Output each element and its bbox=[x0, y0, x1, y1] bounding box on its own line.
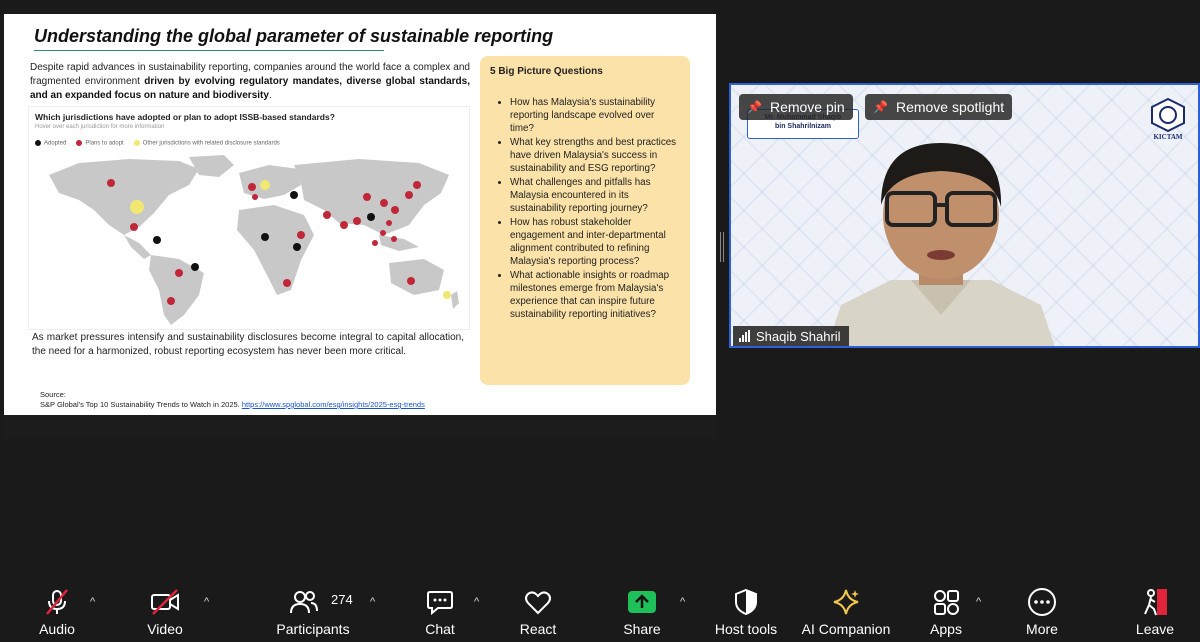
panel-resize-handle[interactable] bbox=[720, 232, 724, 262]
question-item: What actionable insights or roadmap mile… bbox=[510, 269, 680, 321]
remove-spotlight-label: Remove spotlight bbox=[895, 99, 1005, 115]
questions-title: 5 Big Picture Questions bbox=[490, 66, 603, 77]
legend-plans-to-adopt: Plans to adopt bbox=[76, 140, 124, 147]
video-label: Video bbox=[147, 621, 183, 637]
participant-name: Shaqib Shahril bbox=[756, 328, 841, 344]
heart-icon bbox=[522, 586, 554, 618]
question-item: What key strengths and best practices ha… bbox=[510, 136, 680, 175]
participants-icon bbox=[288, 586, 320, 618]
map-legend: Adopted Plans to adopt Other jurisdictio… bbox=[35, 140, 280, 147]
signal-bars-icon bbox=[739, 330, 750, 342]
host-tools-label: Host tools bbox=[714, 621, 778, 637]
north-america bbox=[49, 159, 199, 235]
chat-icon bbox=[424, 586, 456, 618]
map-title: Which jurisdictions have adopted or plan… bbox=[35, 112, 335, 122]
video-options-caret[interactable]: ^ bbox=[204, 596, 209, 608]
apps-button[interactable]: Apps bbox=[920, 576, 972, 642]
ai-companion-label: AI Companion bbox=[801, 621, 891, 637]
share-screen-icon bbox=[626, 586, 658, 618]
chat-button[interactable]: Chat bbox=[412, 576, 468, 642]
video-button[interactable]: Video bbox=[130, 576, 200, 642]
central-america bbox=[124, 235, 151, 259]
audio-button[interactable]: Audio bbox=[22, 576, 92, 642]
more-icon bbox=[1026, 586, 1058, 618]
audio-options-caret[interactable]: ^ bbox=[90, 596, 95, 608]
australia bbox=[389, 259, 444, 295]
outro-paragraph: As market pressures intensify and sustai… bbox=[32, 332, 464, 357]
participants-count: 274 bbox=[331, 592, 353, 607]
source-text: S&P Global's Top 10 Sustainability Trend… bbox=[40, 400, 240, 409]
legend-other: Other jurisdictions with related disclos… bbox=[133, 140, 280, 147]
chat-options-caret[interactable]: ^ bbox=[474, 596, 479, 608]
source-citation: Source: S&P Global's Top 10 Sustainabili… bbox=[40, 390, 425, 410]
leave-label: Leave bbox=[1135, 621, 1175, 637]
question-item: How has Malaysia's sustainability report… bbox=[510, 96, 680, 135]
more-button[interactable]: More bbox=[1014, 576, 1070, 642]
chat-label: Chat bbox=[425, 621, 455, 637]
participants-button[interactable]: Participants bbox=[270, 576, 356, 642]
participants-options-caret[interactable]: ^ bbox=[370, 596, 375, 608]
pin-icon: 📌 bbox=[747, 100, 762, 114]
react-button[interactable]: React bbox=[510, 576, 566, 642]
shared-screen: Understanding the global parameter of su… bbox=[4, 14, 716, 438]
apps-label: Apps bbox=[930, 621, 962, 637]
participants-label: Participants bbox=[276, 621, 350, 637]
share-options-caret[interactable]: ^ bbox=[680, 596, 685, 608]
question-item: What challenges and pitfalls has Malaysi… bbox=[510, 176, 680, 215]
camera-off-icon bbox=[149, 586, 181, 618]
more-label: More bbox=[1026, 621, 1058, 637]
participant-video bbox=[827, 143, 1055, 346]
asia bbox=[294, 159, 449, 235]
host-tools-button[interactable]: Host tools bbox=[706, 576, 786, 642]
participant-name-label: Shaqib Shahril bbox=[733, 326, 849, 346]
questions-box: 5 Big Picture Questions How has Malaysia… bbox=[480, 56, 690, 385]
audio-label: Audio bbox=[39, 621, 75, 637]
share-button[interactable]: Share bbox=[614, 576, 670, 642]
question-item: How has robust stakeholder engagement an… bbox=[510, 216, 680, 268]
apps-icon bbox=[930, 586, 962, 618]
shield-icon bbox=[730, 586, 762, 618]
se-asia bbox=[379, 235, 419, 251]
remove-pin-label: Remove pin bbox=[769, 99, 845, 115]
video-tile[interactable]: Mr. Muhammad Shaqib bin Shahrilnizam 📌 R… bbox=[729, 83, 1200, 348]
ai-companion-button[interactable]: AI Companion bbox=[796, 576, 896, 642]
spotlight-pin-icon: 📌 bbox=[873, 100, 888, 114]
world-map bbox=[49, 155, 459, 325]
legend-adopted: Adopted bbox=[35, 140, 66, 147]
presentation-slide: Understanding the global parameter of su… bbox=[4, 14, 716, 415]
remove-spotlight-button[interactable]: 📌 Remove spotlight bbox=[865, 94, 1013, 120]
source-label: Source: bbox=[40, 390, 66, 399]
remove-pin-button[interactable]: 📌 Remove pin bbox=[739, 94, 853, 120]
react-label: React bbox=[519, 621, 557, 637]
map-subtitle: Hover over each jurisdiction for more in… bbox=[35, 124, 165, 130]
new-zealand bbox=[451, 291, 459, 309]
issb-map-panel: Which jurisdictions have adopted or plan… bbox=[28, 106, 470, 330]
source-link[interactable]: https://www.spglobal.com/esg/insights/20… bbox=[242, 400, 425, 409]
leave-button[interactable]: Leave bbox=[1128, 576, 1182, 642]
mic-muted-icon bbox=[41, 586, 73, 618]
questions-list: How has Malaysia's sustainability report… bbox=[480, 96, 690, 322]
africa bbox=[237, 205, 314, 295]
slide-title: Understanding the global parameter of su… bbox=[34, 26, 554, 46]
apps-options-caret[interactable]: ^ bbox=[976, 596, 981, 608]
share-label: Share bbox=[623, 621, 661, 637]
meeting-toolbar: Audio ^ Video ^ Participants 274 ^ Chat … bbox=[0, 576, 1200, 642]
svg-text:KICTAM: KICTAM bbox=[1153, 133, 1182, 141]
sparkle-icon bbox=[830, 586, 862, 618]
intro-paragraph: Despite rapid advances in sustainability… bbox=[30, 61, 470, 103]
leave-icon bbox=[1139, 586, 1171, 618]
kictam-logo: KICTAM bbox=[1151, 97, 1185, 141]
title-underline bbox=[34, 50, 384, 51]
intro-end: . bbox=[268, 90, 272, 101]
